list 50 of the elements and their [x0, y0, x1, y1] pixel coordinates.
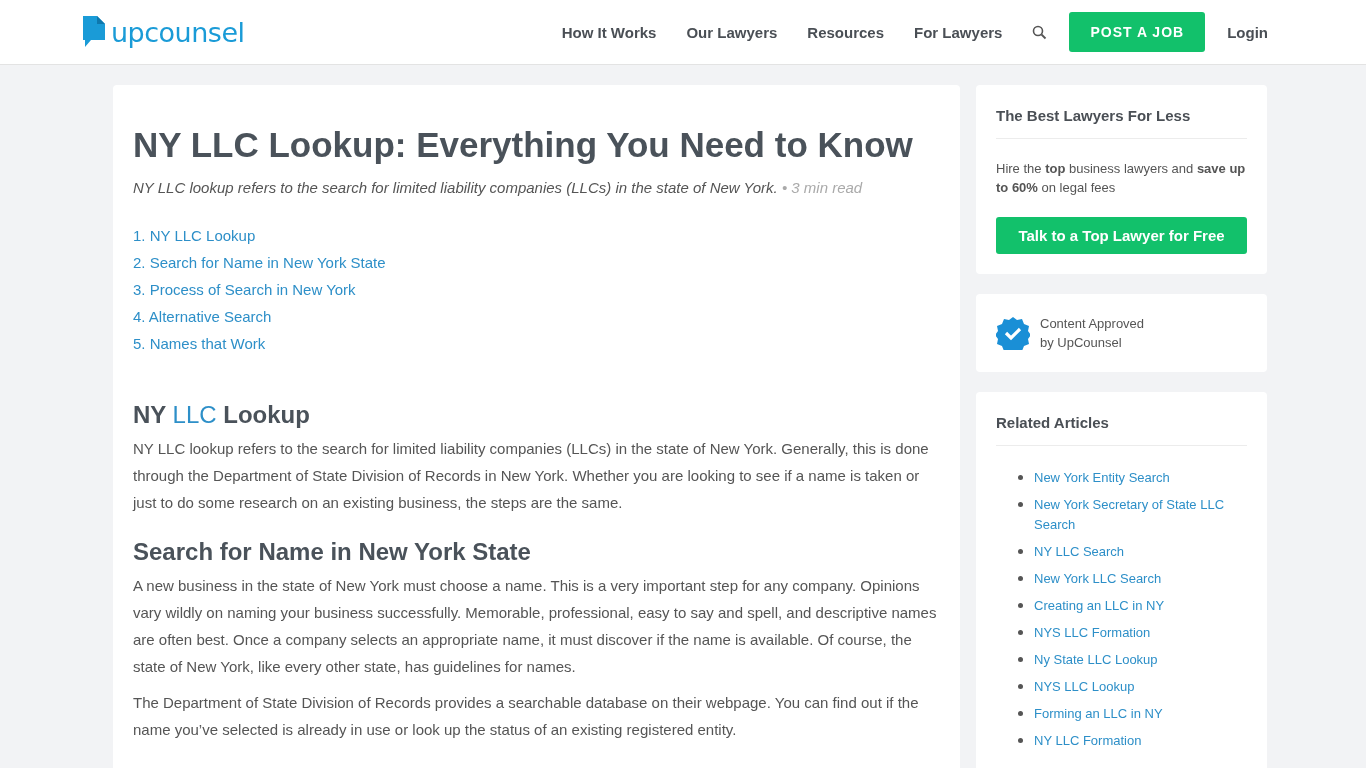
section-heading: Search for Name in New York State — [133, 538, 532, 566]
bullet-icon — [1018, 684, 1023, 689]
bullet-icon — [1018, 711, 1023, 716]
read-time: • 3 min read — [781, 179, 863, 196]
related-title: Related Articles — [996, 414, 1247, 446]
article-summary: NY LLC lookup refers to the search for limited liability companies (LLCs) in the state of New York. — [133, 179, 778, 196]
related-article-link[interactable]: Forming an LLC in NY — [1034, 704, 1163, 724]
paragraph: A new business in the state of New York must choose a name. This is a very important step for any company. Opinions vary wildly on naming your business successfully. Memorable, professional, easy to say and spell, and descriptive names are often best. Once a company selects an appropriate name, it must discover if the name is available. Of course, the state of New York, like every other state, has guidelines for names. — [133, 576, 938, 677]
bullet-icon — [1018, 657, 1023, 662]
approval-text: Content Approved — [1040, 315, 1145, 333]
nav-link[interactable]: How It Works — [561, 23, 657, 41]
paragraph: NY LLC lookup refers to the search for limited liability companies (LLCs) in the state of New York. Generally, this is done through the Department of State Division of Records in New York. Whether you are looking to see if a name is taken or just to do some research on an existing business, the steps are the same. — [133, 439, 930, 513]
related-article-link[interactable]: NY LLC Formation — [1034, 731, 1142, 751]
related-article-link[interactable]: Creating an LLC in NY — [1034, 596, 1165, 616]
bullet-icon — [1018, 630, 1023, 635]
post-job-button[interactable]: POST A JOB — [1069, 12, 1206, 52]
bullet-icon — [1018, 475, 1023, 480]
toc-link[interactable]: 5. Names that Work — [133, 334, 266, 353]
toc-link[interactable]: 3. Process of Search in New York — [133, 280, 356, 299]
nav-link[interactable]: Our Lawyers — [686, 23, 778, 41]
toc-link[interactable]: 1. NY LLC Lookup — [133, 226, 256, 245]
talk-to-lawyer-button[interactable]: Talk to a Top Lawyer for Free — [996, 217, 1247, 254]
nav-link[interactable]: For Lawyers — [914, 23, 1003, 41]
article-title: NY LLC Lookup: Everything You Need to Know — [133, 125, 914, 165]
login-link[interactable]: Login — [1227, 23, 1268, 41]
related-article-link[interactable]: NY LLC Search — [1034, 542, 1125, 562]
toc-link[interactable]: 2. Search for Name in New York State — [133, 253, 386, 272]
bullet-icon — [1018, 549, 1023, 554]
related-article-link[interactable]: Ny State LLC Lookup — [1034, 650, 1158, 670]
bullet-icon — [1018, 738, 1023, 743]
related-article-link[interactable]: New York LLC Search — [1034, 569, 1162, 589]
bullet-icon — [1018, 502, 1023, 507]
related-article-link[interactable]: NYS LLC Lookup — [1034, 677, 1135, 697]
verified-badge-icon — [996, 316, 1030, 350]
paragraph: The Department of State Division of Records provides a searchable database on their webpage. You can find out if the name you’ve selected is already in use or look up the status of an existing registered entity. — [133, 693, 920, 740]
related-article-link[interactable]: NYS LLC Formation — [1034, 623, 1151, 643]
nav-link[interactable]: Resources — [807, 23, 885, 41]
promo-text: Hire the top business lawyers and save up to 60% on legal fees — [996, 160, 1247, 197]
toc-link[interactable]: 4. Alternative Search — [133, 307, 272, 326]
promo-title: The Best Lawyers For Less — [996, 107, 1247, 139]
search-icon[interactable] — [1032, 24, 1048, 40]
related-article-link[interactable]: New York Secretary of State LLC Search — [1034, 495, 1247, 535]
section-heading: NY LLC Lookup — [133, 401, 311, 429]
bullet-icon — [1018, 576, 1023, 581]
related-article-link[interactable]: New York Entity Search — [1034, 468, 1170, 488]
logo-wordmark[interactable]: upcounsel — [111, 16, 245, 48]
bullet-icon — [1018, 603, 1023, 608]
heading-link[interactable]: LLC — [172, 401, 217, 428]
approval-text: by UpCounsel — [1040, 334, 1123, 352]
logo-icon — [83, 16, 105, 48]
